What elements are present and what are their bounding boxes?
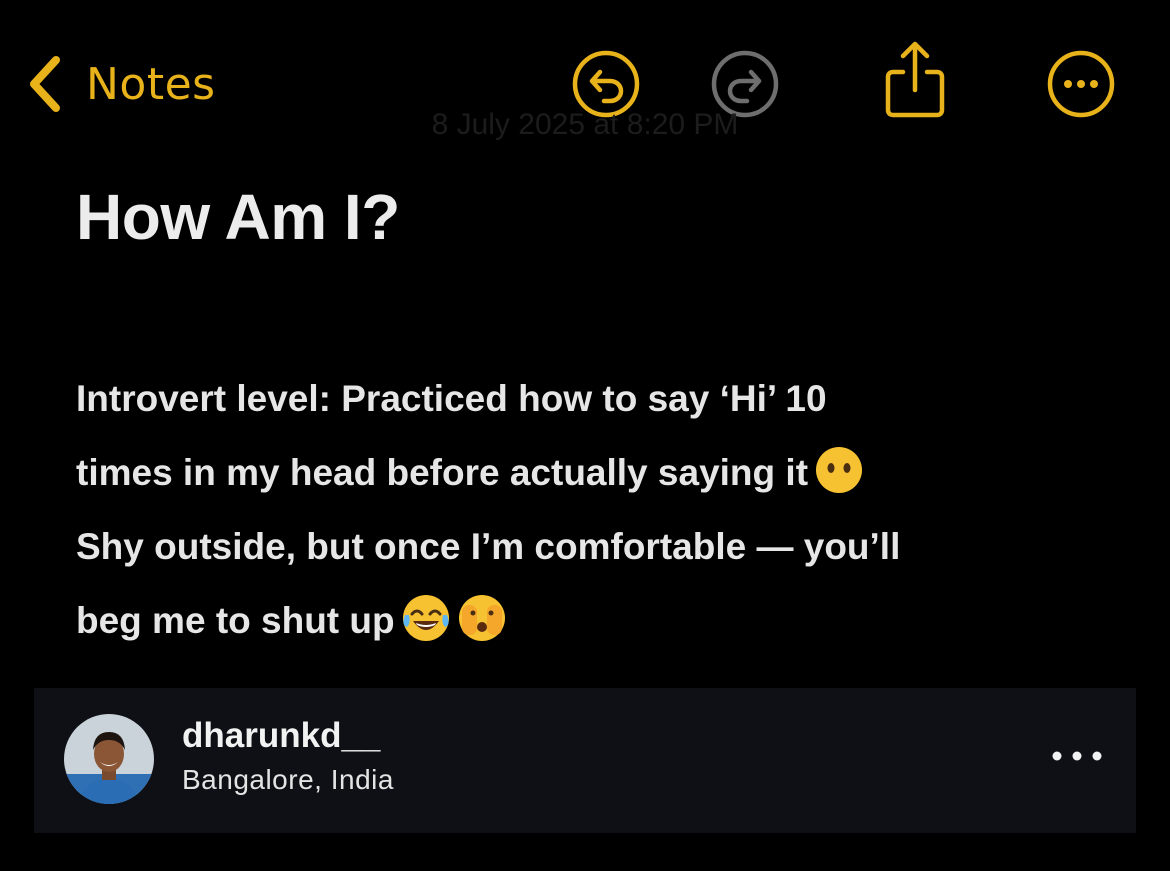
chevron-left-icon (30, 56, 60, 112)
note-line-with-emoji: beg me to shut up (76, 584, 1086, 658)
back-label: Notes (86, 58, 216, 110)
back-button[interactable]: Notes (26, 52, 216, 116)
note-line-text: beg me to shut up (76, 600, 395, 641)
avatar-image (64, 714, 154, 804)
profile-location: Bangalore, India (182, 764, 394, 795)
more-icon[interactable] (1050, 746, 1104, 766)
face-without-mouth-emoji-icon (816, 447, 863, 493)
note-line-with-emoji: times in my head before actually saying … (76, 436, 1086, 510)
face-with-tears-of-joy-emoji-icon (402, 595, 449, 641)
note-line: Introvert level: Practiced how to say ‘H… (76, 378, 827, 419)
note-line-text: times in my head before actually saying … (76, 452, 809, 493)
note-timestamp: 8 July 2025 at 8:20 PM (431, 108, 739, 141)
notes-screen: Notes 8 July 2025 at 8:20 PM How Am I? I… (0, 0, 1170, 871)
note-body[interactable]: Introvert level: Practiced how to say ‘H… (76, 362, 1086, 658)
profile-bar: dharunkd__ Bangalore, India (34, 688, 1136, 833)
face-with-peeking-eye-emoji-icon (458, 595, 505, 641)
profile-username[interactable]: dharunkd__ (182, 716, 380, 756)
avatar[interactable] (64, 714, 154, 804)
note-line: Shy outside, but once I’m comfortable — … (76, 526, 901, 567)
note-title[interactable]: How Am I? (76, 180, 400, 254)
